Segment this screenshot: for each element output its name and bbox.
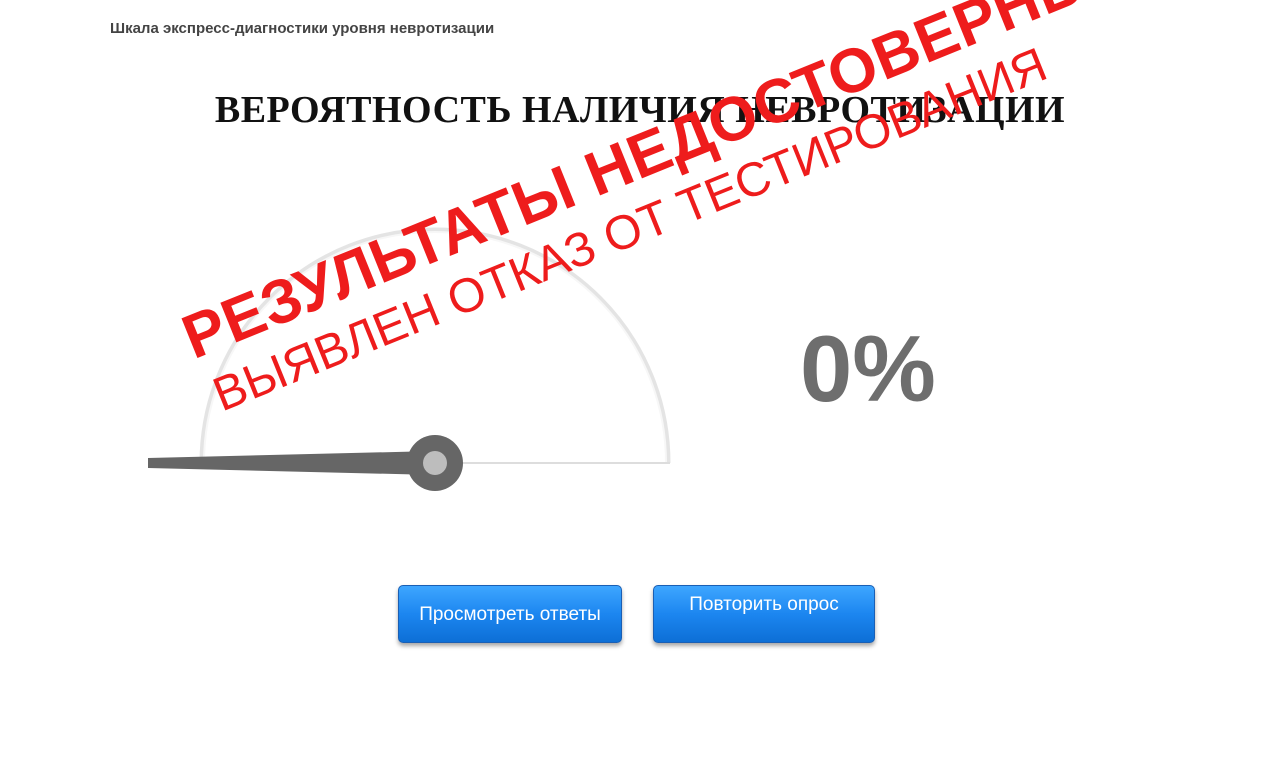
view-answers-button[interactable]: Просмотреть ответы — [398, 585, 622, 643]
page: Шкала экспресс-диагностики уровня неврот… — [0, 0, 1280, 768]
app-title: Шкала экспресс-диагностики уровня неврот… — [110, 20, 495, 37]
repeat-survey-button[interactable]: Повторить опрос — [653, 585, 875, 643]
percent-value: 0% — [800, 316, 936, 421]
gauge-needle — [148, 435, 463, 491]
view-answers-label: Просмотреть ответы — [419, 603, 601, 625]
repeat-survey-label: Повторить опрос — [689, 594, 839, 615]
